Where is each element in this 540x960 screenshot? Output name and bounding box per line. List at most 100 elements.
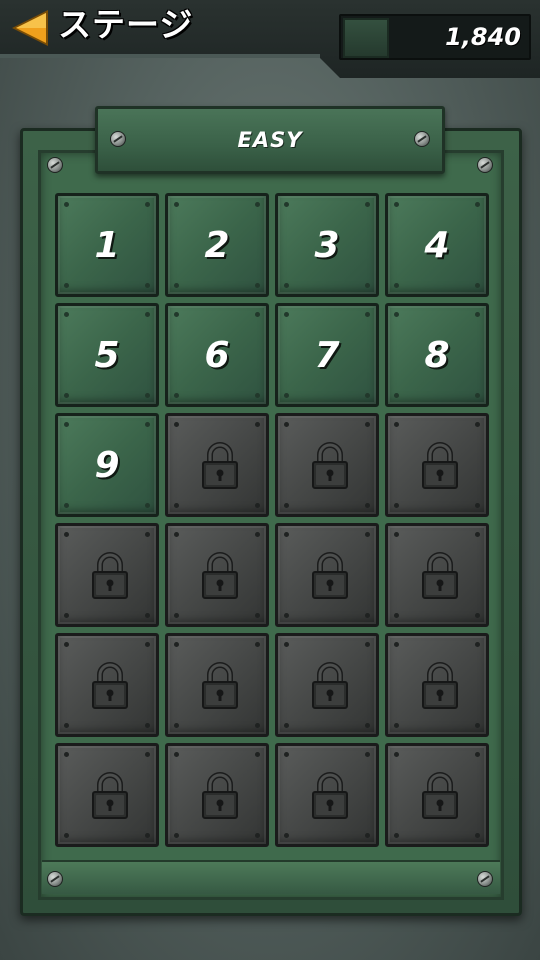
rivet bbox=[145, 752, 150, 757]
rivet bbox=[365, 833, 370, 838]
stage-tile-3[interactable]: 3 bbox=[275, 193, 379, 297]
lock-icon bbox=[422, 662, 458, 709]
locked-stage-tile[interactable] bbox=[165, 633, 269, 737]
rivet bbox=[475, 503, 480, 508]
rivet bbox=[145, 532, 150, 537]
rivet bbox=[255, 833, 260, 838]
locked-stage-tile[interactable] bbox=[165, 413, 269, 517]
back-button[interactable] bbox=[8, 6, 52, 50]
stage-number: 4 bbox=[424, 224, 450, 266]
stage-tile-8[interactable]: 8 bbox=[385, 303, 489, 407]
rivet bbox=[365, 532, 370, 537]
locked-stage-tile[interactable] bbox=[275, 633, 379, 737]
locked-stage-tile[interactable] bbox=[55, 743, 159, 847]
rivet bbox=[64, 642, 69, 647]
lock-icon bbox=[202, 662, 238, 709]
screw-icon bbox=[477, 871, 493, 887]
rivet bbox=[394, 642, 399, 647]
rivet bbox=[255, 532, 260, 537]
rivet bbox=[64, 752, 69, 757]
difficulty-label: EASY bbox=[237, 128, 303, 152]
locked-stage-tile[interactable] bbox=[275, 413, 379, 517]
rivet bbox=[145, 613, 150, 618]
rivet bbox=[475, 833, 480, 838]
locked-stage-tile[interactable] bbox=[385, 633, 489, 737]
screw-icon bbox=[47, 157, 63, 173]
stage-number: 2 bbox=[204, 224, 230, 266]
rivet bbox=[284, 613, 289, 618]
stage-number: 6 bbox=[204, 334, 230, 376]
stage-number: 5 bbox=[94, 334, 120, 376]
rivet bbox=[255, 613, 260, 618]
rivet bbox=[64, 613, 69, 618]
currency-panel: 1,840 bbox=[339, 14, 531, 60]
currency-icon bbox=[343, 18, 389, 58]
lock-icon bbox=[202, 772, 238, 819]
rivet bbox=[174, 422, 179, 427]
stage-number: 3 bbox=[314, 224, 340, 266]
rivet bbox=[284, 503, 289, 508]
rivet bbox=[475, 723, 480, 728]
lock-icon bbox=[92, 552, 128, 599]
screw-icon bbox=[47, 871, 63, 887]
rivet bbox=[64, 532, 69, 537]
rivet bbox=[174, 752, 179, 757]
stage-number: 8 bbox=[424, 334, 450, 376]
locked-stage-tile[interactable] bbox=[55, 633, 159, 737]
locked-stage-tile[interactable] bbox=[275, 523, 379, 627]
lock-icon bbox=[202, 552, 238, 599]
rivet bbox=[145, 723, 150, 728]
rivet bbox=[174, 503, 179, 508]
stage-tile-9[interactable]: 9 bbox=[55, 413, 159, 517]
rivet bbox=[394, 503, 399, 508]
stage-tile-4[interactable]: 4 bbox=[385, 193, 489, 297]
rivet bbox=[365, 613, 370, 618]
lock-icon bbox=[422, 772, 458, 819]
stage-tile-6[interactable]: 6 bbox=[165, 303, 269, 407]
locked-stage-tile[interactable] bbox=[165, 743, 269, 847]
rivet bbox=[284, 723, 289, 728]
stage-tile-5[interactable]: 5 bbox=[55, 303, 159, 407]
rivet bbox=[475, 613, 480, 618]
locked-stage-tile[interactable] bbox=[275, 743, 379, 847]
rivet bbox=[394, 833, 399, 838]
lock-icon bbox=[312, 442, 348, 489]
stage-grid: 1 2 3 4 5 6 7 8 9 bbox=[55, 193, 489, 847]
stage-number: 7 bbox=[314, 334, 340, 376]
rivet bbox=[475, 532, 480, 537]
rivet bbox=[174, 833, 179, 838]
rivet bbox=[145, 642, 150, 647]
rivet bbox=[394, 752, 399, 757]
rivet bbox=[145, 833, 150, 838]
stage-tile-2[interactable]: 2 bbox=[165, 193, 269, 297]
lock-icon bbox=[312, 662, 348, 709]
lock-icon bbox=[92, 662, 128, 709]
locked-stage-tile[interactable] bbox=[385, 743, 489, 847]
stage-number: 1 bbox=[94, 224, 120, 266]
rivet bbox=[174, 642, 179, 647]
lock-icon bbox=[92, 772, 128, 819]
screw-icon bbox=[477, 157, 493, 173]
rivet bbox=[174, 532, 179, 537]
rivet bbox=[394, 613, 399, 618]
locked-stage-tile[interactable] bbox=[385, 413, 489, 517]
top-bar-accent-strip bbox=[0, 54, 320, 58]
rivet bbox=[394, 422, 399, 427]
rivet bbox=[255, 422, 260, 427]
rivet bbox=[475, 752, 480, 757]
rivet bbox=[394, 532, 399, 537]
stage-tile-1[interactable]: 1 bbox=[55, 193, 159, 297]
rivet bbox=[365, 642, 370, 647]
rivet bbox=[365, 723, 370, 728]
stage-board-footer bbox=[42, 860, 500, 894]
lock-icon bbox=[312, 772, 348, 819]
rivet bbox=[365, 752, 370, 757]
rivet bbox=[475, 642, 480, 647]
locked-stage-tile[interactable] bbox=[385, 523, 489, 627]
locked-stage-tile[interactable] bbox=[165, 523, 269, 627]
rivet bbox=[365, 503, 370, 508]
stage-tile-7[interactable]: 7 bbox=[275, 303, 379, 407]
locked-stage-tile[interactable] bbox=[55, 523, 159, 627]
lock-icon bbox=[202, 442, 238, 489]
rivet bbox=[255, 642, 260, 647]
